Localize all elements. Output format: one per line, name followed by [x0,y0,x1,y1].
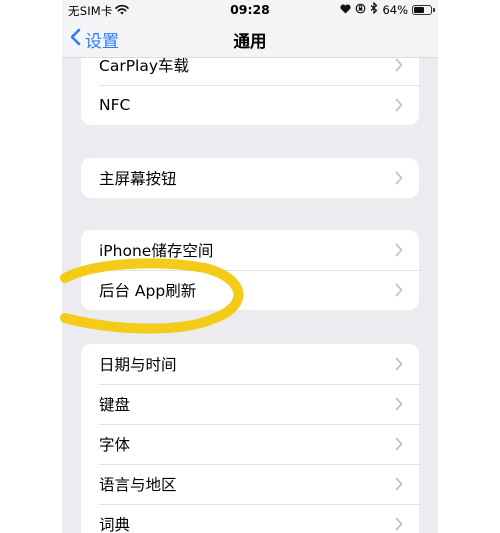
heart-icon [340,3,352,17]
list-item-label: NFC [99,96,131,114]
battery-icon [412,4,435,15]
settings-group-localization: 日期与时间 键盘 字体 语言与地区 词典 [81,344,419,533]
chevron-right-icon [395,397,403,411]
list-item-fonts[interactable]: 字体 [81,424,419,464]
list-item-date-time[interactable]: 日期与时间 [81,344,419,384]
chevron-right-icon [395,171,403,185]
list-item-home-button[interactable]: 主屏幕按钮 [81,158,419,198]
chevron-right-icon [395,98,403,112]
chevron-right-icon [395,517,403,531]
settings-list[interactable]: CarPlay车载 NFC 主屏幕按钮 iPhone储存空间 后台 App刷新 … [62,58,438,533]
list-item-label: iPhone储存空间 [99,242,214,260]
list-item-label: 后台 App刷新 [99,282,197,300]
list-item-iphone-storage[interactable]: iPhone储存空间 [81,230,419,270]
chevron-right-icon [395,58,403,72]
right-margin [438,0,500,533]
list-item-label: 词典 [99,516,131,533]
list-item-dictionary[interactable]: 词典 [81,504,419,533]
navigation-bar: 设置 通用 [62,20,438,58]
list-item-language-region[interactable]: 语言与地区 [81,464,419,504]
list-item-nfc[interactable]: NFC [81,85,419,125]
list-item-label: 字体 [99,436,131,454]
left-margin [0,0,62,533]
list-item-label: 日期与时间 [99,356,177,374]
list-item-keyboard[interactable]: 键盘 [81,384,419,424]
chevron-right-icon [395,477,403,491]
chevron-right-icon [395,243,403,257]
settings-group-home-button: 主屏幕按钮 [81,158,419,198]
settings-group-connectivity: CarPlay车载 NFC [81,58,419,125]
list-item-label: CarPlay车载 [99,58,190,75]
bluetooth-icon [370,1,378,17]
status-bar: 无SIM卡 09:28 64% [62,0,438,20]
chevron-right-icon [395,437,403,451]
chevron-right-icon [395,357,403,371]
list-item-label: 语言与地区 [99,476,177,494]
battery-level [414,6,424,13]
chevron-right-icon [395,283,403,297]
settings-group-storage: iPhone储存空间 后台 App刷新 [81,230,419,310]
list-item-background-app-refresh[interactable]: 后台 App刷新 [81,270,419,310]
list-item-label: 键盘 [99,396,131,414]
list-item-carplay[interactable]: CarPlay车载 [81,58,419,85]
battery-percent: 64% [382,2,408,17]
page-title: 通用 [233,32,267,51]
list-item-label: 主屏幕按钮 [99,170,177,188]
orientation-lock-icon [355,3,366,17]
